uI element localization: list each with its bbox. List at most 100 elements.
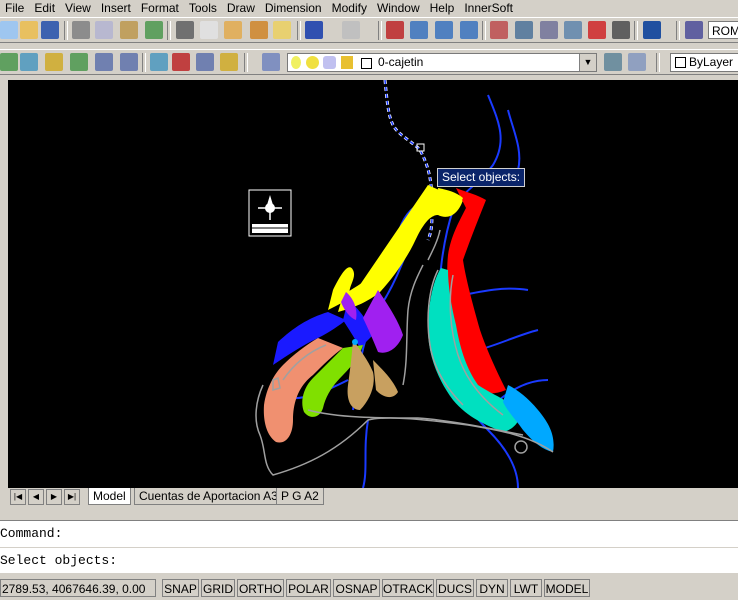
zoom-window-icon[interactable] — [435, 21, 453, 39]
basin-tan-2[interactable] — [373, 360, 398, 398]
sun-icon[interactable] — [306, 56, 319, 69]
basin-regions[interactable] — [263, 185, 554, 452]
otrack-toggle[interactable]: OTRACK — [382, 579, 434, 597]
color-control-dropdown[interactable]: ByLayer — [670, 53, 738, 72]
layer-manager-icon[interactable] — [262, 53, 280, 71]
toolbar-separator — [142, 53, 146, 72]
design-center-icon[interactable] — [515, 21, 533, 39]
command-history-line: Command: — [0, 526, 63, 541]
status-bar: 2789.53, 4067646.39, 0.00 SNAP GRID ORTH… — [0, 576, 738, 600]
menu-insert[interactable]: Insert — [96, 0, 136, 16]
properties-icon[interactable] — [490, 21, 508, 39]
previous-tab-icon[interactable]: ◀ — [28, 489, 44, 505]
menu-draw[interactable]: Draw — [222, 0, 260, 16]
cut-icon[interactable] — [176, 21, 194, 39]
lwt-toggle[interactable]: LWT — [510, 579, 542, 597]
layer-tool-icon[interactable] — [45, 53, 63, 71]
snap-toggle[interactable]: SNAP — [162, 579, 199, 597]
toolbar-separator — [656, 53, 660, 72]
coordinates-readout[interactable]: 2789.53, 4067646.39, 0.00 — [0, 579, 156, 597]
layer-tool-icon[interactable] — [172, 53, 190, 71]
color-swatch-icon — [361, 58, 372, 69]
menu-format[interactable]: Format — [136, 0, 184, 16]
color-control-value: ByLayer — [689, 55, 734, 69]
toolbar-separator — [64, 21, 68, 40]
ducs-toggle[interactable]: DUCS — [436, 579, 474, 597]
layer-tool-icon[interactable] — [196, 53, 214, 71]
menu-window[interactable]: Window — [372, 0, 425, 16]
block-editor-icon[interactable] — [273, 21, 291, 39]
layer-tool-icon[interactable] — [120, 53, 138, 71]
menu-bar: File Edit View Insert Format Tools Draw … — [0, 0, 738, 16]
command-prompt[interactable]: Select objects: — [0, 551, 117, 571]
north-arrow-block[interactable] — [248, 189, 292, 237]
help-icon[interactable] — [643, 21, 661, 39]
layer-dropdown[interactable]: 0-cajetin ▼ — [287, 53, 597, 72]
plot-icon[interactable] — [145, 21, 163, 39]
layer-tool-icon[interactable] — [150, 53, 168, 71]
menu-tools[interactable]: Tools — [184, 0, 222, 16]
text-style-icon[interactable] — [685, 21, 703, 39]
menu-help[interactable]: Help — [425, 0, 460, 16]
layer-tool-icon[interactable] — [20, 53, 38, 71]
first-tab-icon[interactable]: |◀ — [10, 489, 26, 505]
print-icon[interactable] — [72, 21, 90, 39]
tab-cuentas-de-aportacion-a3[interactable]: Cuentas de Aportacion A3 — [134, 488, 283, 505]
layer-name: 0-cajetin — [378, 55, 424, 69]
grid-toggle[interactable]: GRID — [201, 579, 235, 597]
last-tab-icon[interactable]: ▶| — [64, 489, 80, 505]
tab-pg-a2[interactable]: P G A2 — [276, 488, 324, 505]
command-divider — [0, 547, 738, 548]
layer-tool-icon[interactable] — [70, 53, 88, 71]
layer-tool-icon[interactable] — [0, 53, 18, 71]
osnap-toggle[interactable]: OSNAP — [333, 579, 380, 597]
undo-icon[interactable] — [305, 21, 323, 39]
next-tab-icon[interactable]: ▶ — [46, 489, 62, 505]
calculator-icon[interactable] — [612, 21, 630, 39]
chevron-down-icon[interactable]: ▼ — [579, 54, 596, 71]
layer-tool-icon[interactable] — [220, 53, 238, 71]
layer-previous-icon[interactable] — [628, 53, 646, 71]
preview-icon[interactable] — [95, 21, 113, 39]
layer-tool-icon[interactable] — [95, 53, 113, 71]
sheet-set-icon[interactable] — [564, 21, 582, 39]
paste-icon[interactable] — [224, 21, 242, 39]
pan-icon[interactable] — [386, 21, 404, 39]
match-properties-icon[interactable] — [250, 21, 268, 39]
drawing-canvas[interactable] — [8, 80, 738, 488]
new-icon[interactable] — [0, 21, 18, 39]
tool-palettes-icon[interactable] — [540, 21, 558, 39]
menu-innersoft[interactable]: InnerSoft — [459, 0, 518, 16]
publish-icon[interactable] — [120, 21, 138, 39]
model-toggle[interactable]: MODEL — [544, 579, 590, 597]
menu-view[interactable]: View — [60, 0, 96, 16]
menu-file[interactable]: File — [0, 0, 29, 16]
color-swatch-icon — [675, 57, 686, 69]
command-window[interactable]: Command: Select objects: — [0, 520, 738, 573]
zoom-previous-icon[interactable] — [460, 21, 478, 39]
menu-edit[interactable]: Edit — [29, 0, 60, 16]
lightbulb-icon[interactable] — [291, 56, 301, 69]
toolbar-separator — [482, 21, 486, 40]
menu-dimension[interactable]: Dimension — [260, 0, 327, 16]
layers-toolbar: 0-cajetin ▼ ByLayer — [0, 49, 738, 75]
toolbar-separator — [167, 21, 171, 40]
make-current-icon[interactable] — [604, 53, 622, 71]
polar-toggle[interactable]: POLAR — [286, 579, 331, 597]
copy-icon[interactable] — [200, 21, 218, 39]
open-icon[interactable] — [20, 21, 38, 39]
dyn-toggle[interactable]: DYN — [476, 579, 508, 597]
lock-icon[interactable] — [341, 56, 353, 69]
zoom-realtime-icon[interactable] — [410, 21, 428, 39]
outline-circle — [514, 440, 528, 454]
text-style-dropdown[interactable]: ROM — [708, 21, 738, 39]
toolbar-separator — [676, 21, 680, 40]
tab-model[interactable]: Model — [88, 488, 131, 505]
viewport-freeze-icon[interactable] — [323, 56, 336, 69]
menu-modify[interactable]: Modify — [327, 0, 372, 16]
redo-icon[interactable] — [342, 21, 360, 39]
layout-tabs-bar: |◀ ◀ ▶ ▶| Model Cuentas de Aportacion A3… — [8, 488, 738, 506]
markup-icon[interactable] — [588, 21, 606, 39]
ortho-toggle[interactable]: ORTHO — [237, 579, 284, 597]
save-icon[interactable] — [41, 21, 59, 39]
